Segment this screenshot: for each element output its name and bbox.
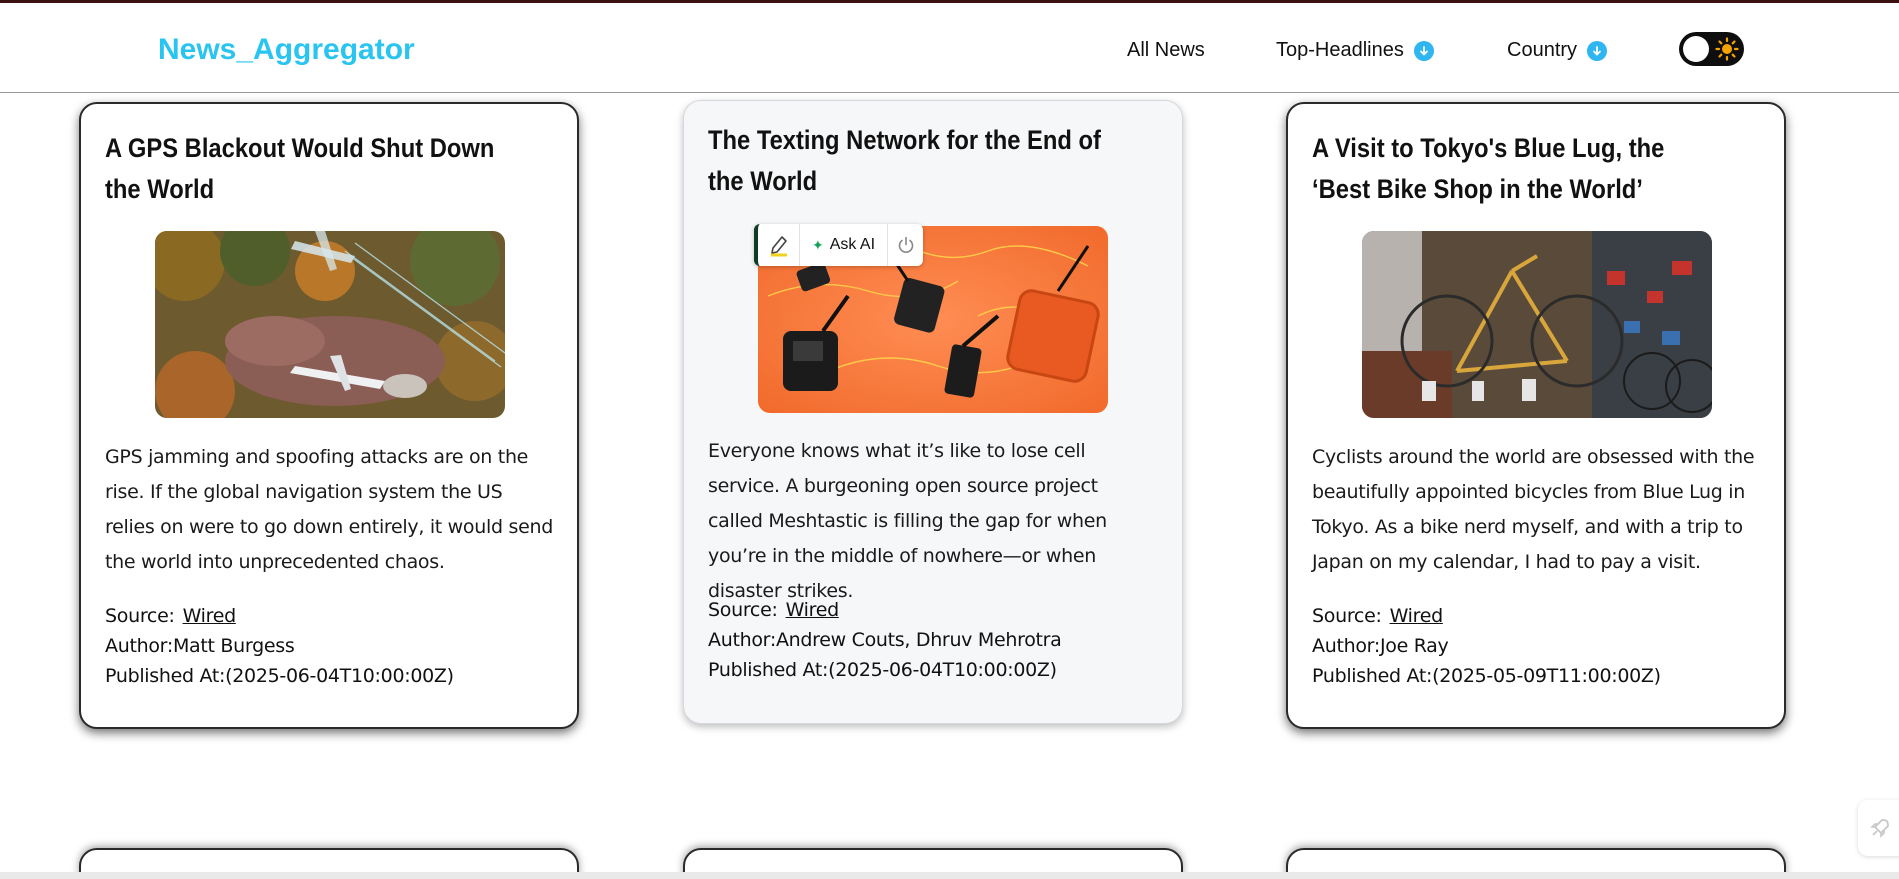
author-value: Joe Ray	[1379, 635, 1449, 657]
bottom-scroll-bar	[0, 872, 1899, 879]
article-meta: Source: Wired Author:Andrew Couts, Dhruv …	[708, 595, 1168, 685]
navbar: News_Aggregator All News Top-Headlines C…	[0, 3, 1899, 93]
highlighter-icon	[770, 236, 787, 257]
power-icon	[898, 236, 913, 253]
author-row: Author:Joe Ray	[1312, 631, 1772, 661]
author-row: Author:Matt Burgess	[105, 631, 565, 661]
toggle-knob	[1683, 36, 1709, 62]
ask-ai-button[interactable]: ✦ Ask AI	[800, 224, 888, 266]
published-value: (2025-05-09T11:00:00Z)	[1432, 665, 1661, 687]
article-description: GPS jamming and spoofing attacks are on …	[105, 446, 553, 573]
rocket-icon	[1870, 819, 1889, 838]
news-card[interactable]: The Texting Network for the End of the W…	[683, 100, 1183, 724]
news-card[interactable]: A GPS Blackout Would Shut Down the World…	[79, 102, 579, 729]
author-label: Author:	[105, 635, 173, 657]
ai-selection-toolbar: ✦ Ask AI	[754, 224, 923, 266]
nav-country-label: Country	[1507, 39, 1578, 61]
nav-all-news[interactable]: All News	[1127, 39, 1205, 62]
power-button[interactable]	[888, 224, 923, 266]
chevron-down-circle-icon	[1413, 40, 1434, 61]
source-label: Source:	[708, 599, 778, 621]
source-row: Source: Wired	[708, 595, 1168, 625]
nav-country-dropdown[interactable]: Country	[1507, 39, 1608, 62]
article-description: Everyone knows what it’s like to lose ce…	[708, 440, 1107, 602]
author-label: Author:	[1312, 635, 1380, 657]
source-label: Source:	[105, 605, 175, 627]
article-title[interactable]: The Texting Network for the End of the W…	[708, 120, 1113, 202]
news-card[interactable]: A Visit to Tokyo's Blue Lug, the ‘Best B…	[1286, 102, 1786, 729]
article-image[interactable]	[155, 231, 505, 418]
author-row: Author:Andrew Couts, Dhruv Mehrotra	[708, 625, 1168, 655]
ask-ai-label: Ask AI	[829, 236, 876, 253]
article-title[interactable]: A GPS Blackout Would Shut Down the World	[105, 128, 510, 210]
source-link[interactable]: Wired	[1390, 605, 1444, 627]
published-row: Published At:(2025-06-04T10:00:00Z)	[105, 661, 565, 691]
published-row: Published At:(2025-06-04T10:00:00Z)	[708, 655, 1168, 685]
sun-icon	[1715, 37, 1739, 61]
source-link[interactable]: Wired	[786, 599, 840, 621]
published-value: (2025-06-04T10:00:00Z)	[225, 665, 454, 687]
published-label: Published At:	[1312, 665, 1433, 687]
chevron-down-circle-icon	[1587, 40, 1608, 61]
nav-top-headlines-label: Top-Headlines	[1276, 39, 1404, 61]
article-meta: Source: Wired Author:Joe Ray Published At…	[1312, 601, 1772, 691]
author-value: Andrew Couts, Dhruv Mehrotra	[775, 629, 1062, 651]
highlight-button[interactable]	[758, 224, 800, 266]
article-meta: Source: Wired Author:Matt Burgess Publish…	[105, 601, 565, 691]
source-row: Source: Wired	[105, 601, 565, 631]
theme-toggle[interactable]	[1679, 32, 1744, 66]
nav-all-news-label: All News	[1127, 39, 1205, 61]
published-value: (2025-06-04T10:00:00Z)	[828, 659, 1057, 681]
published-label: Published At:	[105, 665, 226, 687]
floating-launcher-button[interactable]	[1858, 800, 1899, 856]
published-row: Published At:(2025-05-09T11:00:00Z)	[1312, 661, 1772, 691]
nav-top-headlines-dropdown[interactable]: Top-Headlines	[1276, 39, 1434, 62]
author-value: Matt Burgess	[172, 635, 295, 657]
source-label: Source:	[1312, 605, 1382, 627]
author-label: Author:	[708, 629, 776, 651]
source-row: Source: Wired	[1312, 601, 1772, 631]
published-label: Published At:	[708, 659, 829, 681]
source-link[interactable]: Wired	[183, 605, 237, 627]
article-title[interactable]: A Visit to Tokyo's Blue Lug, the ‘Best B…	[1312, 128, 1717, 210]
article-image[interactable]	[1362, 231, 1712, 418]
sparkle-icon: ✦	[811, 236, 824, 253]
brand-logo[interactable]: News_Aggregator	[158, 33, 415, 67]
article-description: Cyclists around the world are obsessed w…	[1312, 446, 1755, 573]
